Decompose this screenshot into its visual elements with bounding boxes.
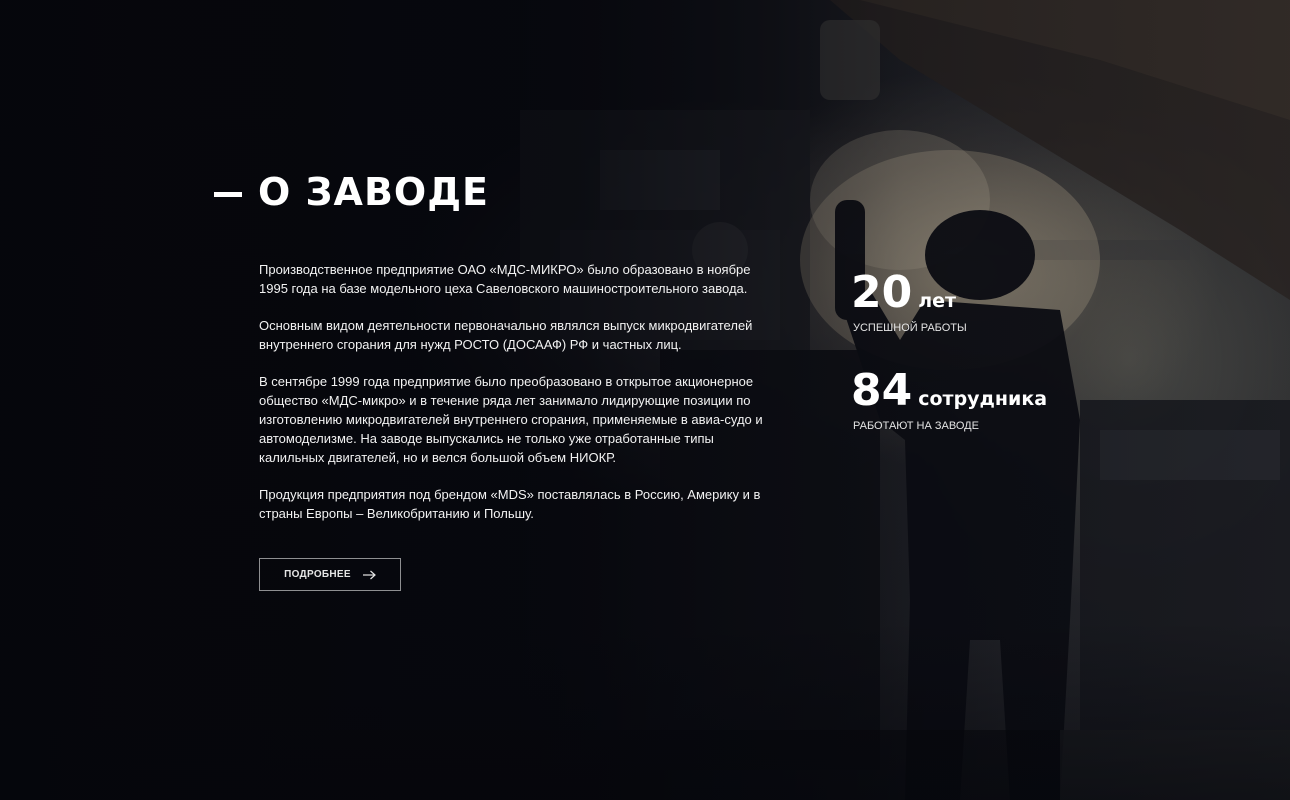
title-dash-icon — [214, 191, 242, 197]
stat-caption: УСПЕШНОЙ РАБОТЫ — [853, 322, 967, 334]
paragraph: В сентябре 1999 года предприятие было пр… — [259, 374, 763, 465]
paragraph: Основным видом деятельности первоначальн… — [259, 318, 753, 352]
stat-unit: сотрудника — [918, 388, 1048, 410]
bottom-fade — [0, 620, 1290, 800]
stat-years: 20 лет УСПЕШНОЙ РАБОТЫ — [851, 267, 967, 335]
stat-caption: РАБОТАЮТ НА ЗАВОДЕ — [853, 420, 979, 432]
more-button[interactable]: ПОДРОБНЕЕ — [259, 558, 401, 591]
stat-employees: 84 сотрудника РАБОТАЮТ НА ЗАВОДЕ — [851, 365, 1048, 433]
section-title-text: О ЗАВОДЕ — [258, 170, 490, 214]
stat-number: 20 — [851, 267, 913, 318]
more-button-label: ПОДРОБНЕЕ — [284, 569, 351, 580]
stat-unit: лет — [918, 290, 957, 312]
paragraph: Производственное предприятие ОАО «МДС-МИ… — [259, 262, 751, 296]
arrow-right-icon — [362, 570, 376, 579]
about-factory-section: О ЗАВОДЕ Производственное предприятие ОА… — [0, 0, 1290, 800]
stat-number: 84 — [851, 365, 913, 416]
section-title: О ЗАВОДЕ — [214, 170, 489, 214]
about-text: Производственное предприятие ОАО «МДС-МИ… — [259, 260, 779, 541]
paragraph: Продукция предприятия под брендом «MDS» … — [259, 487, 761, 521]
